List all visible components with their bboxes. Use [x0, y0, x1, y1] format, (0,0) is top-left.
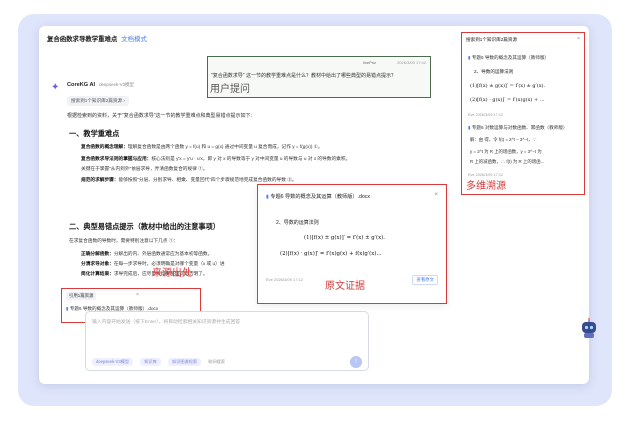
trace-formula: (1)[f(x) ± g(x)]′ = f′(x) ± g′(x).: [470, 83, 546, 89]
source-annotation: 来源出处: [152, 268, 192, 279]
chat-input-placeholder: 输入内容开始发送（按下Enter），将目动检索相关知识资源并生成回答: [92, 320, 241, 325]
close-icon[interactable]: ×: [136, 292, 139, 298]
model-select[interactable]: deepseek-V3模型: [92, 358, 134, 366]
assistant-model: deepseek-V3模型: [99, 82, 134, 87]
evidence-footer: Eve 2026/3/09 17:12: [266, 277, 303, 282]
kb-toggle[interactable]: 知识库: [140, 358, 161, 366]
evidence-annotation: 原文证据: [325, 281, 365, 292]
sparkle-icon: ✦: [51, 82, 60, 93]
section2-intro: 在求复合函数的导数时，需要特别注意以下几点 ①：: [69, 238, 179, 243]
trace-annotation: 多维溯源: [466, 181, 506, 192]
trace-text: R 上的减函数，∴ f(t) 为 R 上的增函...: [470, 159, 545, 164]
view-original-button[interactable]: 查看原文: [412, 275, 438, 285]
trace-text: y = 2^t 为 R 上的增函数，y = 3^−t 为: [470, 149, 542, 154]
section1-line: 复合函数求导法则的掌握与应用：核心法则是 y′x = y′u · u′x，即 y…: [81, 156, 351, 161]
trace-meta: Eve 2026/3/09 17:12: [468, 113, 504, 117]
user-question-annotation: 用户提问: [210, 84, 250, 95]
search-result-chip[interactable]: 搜索到1个知识库2篇资源 ›: [67, 96, 129, 106]
trace-section: 2、导数的运算法则: [474, 69, 514, 74]
window-title: 复合函数求导教学重难点 文档模式: [47, 36, 147, 43]
section1-line: 关键在于掌握"从内到外"依层求导，弄清函数复合的规律 ①。: [81, 166, 208, 171]
chat-input[interactable]: 输入内容开始发送（按下Enter），将目动检索相关知识资源并生成回答 deeps…: [85, 311, 369, 371]
trace-doc[interactable]: ▮ 专题6 导数的概念及其运算（教师版）: [468, 55, 549, 61]
section1-line: 规范的求解步骤：能够按照"分层、分别求导、相乘、变量回代"四个步骤规范地完成复合…: [81, 177, 297, 182]
web-search-toggle[interactable]: 联网搜索: [208, 359, 225, 364]
evidence-doc-title: ▮ 专题6 导数的概念及其运算（教师版）.docx: [266, 194, 371, 200]
app-window: 复合函数求导教学重难点 文档模式 livePnz 2026/3/09 17:42 …: [39, 26, 589, 384]
trace-panel: 搜索到1个知识库2篇资源 × ▮ 专题6 导数的概念及其运算（教师版） 2、导数…: [461, 32, 585, 195]
trace-text: 解：由 得，令 f(t) = 2^t − 3^−t，∵: [470, 137, 537, 142]
close-icon[interactable]: ×: [434, 192, 438, 198]
doc-mode-link[interactable]: 文档模式: [121, 36, 147, 43]
section2-line: 正确分解函数：分解出的内、外层函数通常应为基本初等函数。: [81, 251, 213, 256]
close-icon[interactable]: ×: [577, 36, 580, 42]
answer-intro: 根据检索到的资料，关于"复合函数求导"这一节的教学重难点和典型易错点提示如下：: [67, 113, 256, 119]
kg-toggle[interactable]: 知识图谱检索: [167, 358, 202, 366]
trace-formula: (2)[f(x) · g(x)]′ = f′(x)g(x) + ...: [470, 97, 545, 103]
evidence-formula: (2)[f(x) · g(x)]′ = f′(x)g(x) + f(x)g′(x…: [280, 251, 382, 257]
input-toolbar: deepseek-V3模型 知识库 知识图谱检索 联网搜索: [92, 358, 225, 366]
evidence-formula: (1)[f(x) ± g(x)]′ = f′(x) ± g′(x).: [304, 235, 385, 241]
user-question-text: "复合函数求导" 这一节的教学重难点是什么？教材中给出了哪些典型的易错点提示？: [211, 73, 396, 79]
assistant-name: CoreKG AI deepseek-V3模型: [67, 82, 134, 88]
section1-title: 一、教学重难点: [69, 129, 120, 138]
robot-assistant-icon[interactable]: [579, 318, 599, 340]
evidence-section: 2、导数的运算法则: [276, 220, 319, 226]
trace-header: 搜索到1个知识库2篇资源: [466, 37, 518, 42]
section1-line: 复合函数的概念理解：理解复合函数是由两个函数 y = f(u) 和 u = g(…: [81, 144, 323, 149]
source-panel-header: 引用1篇资源: [66, 292, 97, 300]
section2-title: 二、典型易错点提示（教材中给出的注意事项）: [69, 222, 220, 231]
user-time: 2026/3/09 17:42: [397, 60, 426, 65]
send-button[interactable]: ↑: [350, 356, 362, 368]
user-name: livePnz: [363, 60, 376, 65]
trace-doc[interactable]: ▮ 专题6 对数运算与对数函数、幂函数（教师版）: [468, 125, 568, 131]
